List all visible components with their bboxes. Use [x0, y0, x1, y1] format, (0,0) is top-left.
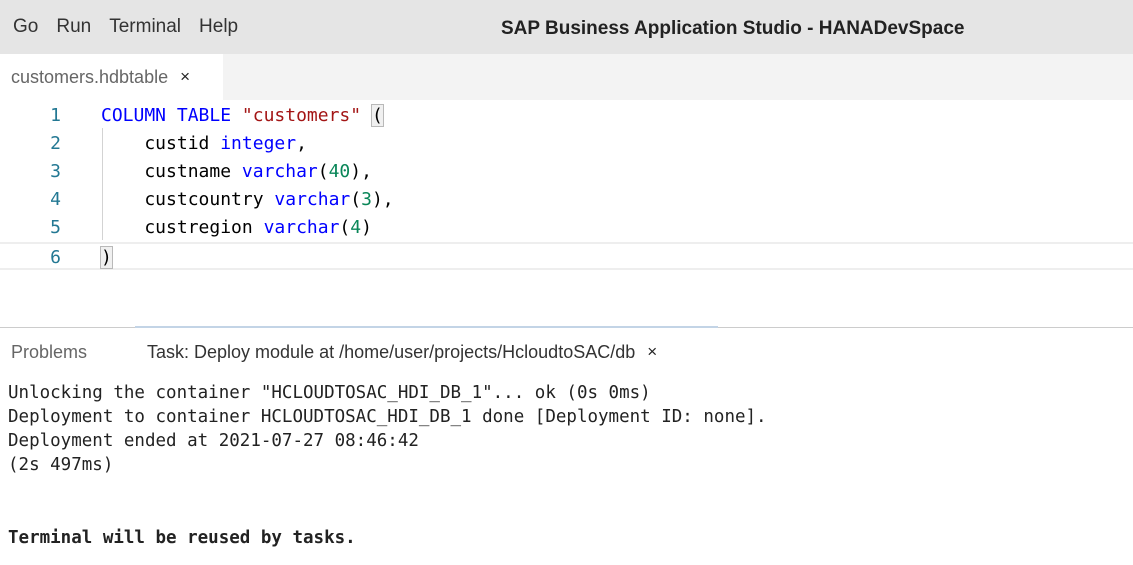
code-token: custname [101, 161, 242, 182]
line-number: 1 [50, 105, 61, 126]
code-token: ) [361, 217, 372, 238]
editor-tab-customers[interactable]: customers.hdbtable × [0, 54, 223, 100]
code-editor[interactable]: 1 COLUMN TABLE "customers" (2 custid inte… [0, 100, 1133, 326]
code-line: 5 custregion varchar(4) [0, 214, 1133, 242]
terminal-line: Deployment ended at 2021-07-27 08:46:42 [8, 431, 419, 451]
code-token: ( [317, 161, 329, 182]
code-token: ), [350, 161, 372, 182]
line-number: 2 [50, 133, 61, 154]
code-text: COLUMN TABLE "customers" ( [101, 102, 384, 130]
code-token: ( [339, 217, 351, 238]
code-line: 6) [0, 242, 1133, 270]
code-token: custregion [101, 217, 264, 238]
code-token: COLUMN TABLE [101, 105, 232, 126]
line-number: 5 [50, 217, 61, 238]
line-number: 3 [50, 161, 61, 182]
terminal-line: Deployment to container HCLOUDTOSAC_HDI_… [8, 407, 767, 427]
code-token: 4 [350, 217, 362, 238]
code-line: 3 custname varchar(40), [0, 158, 1133, 186]
code-token: ) [100, 246, 113, 269]
code-token: varchar [274, 189, 351, 210]
code-token: 40 [328, 161, 351, 182]
terminal-line: (2s 497ms) [8, 455, 114, 475]
code-token: ), [371, 189, 394, 210]
code-text: custregion varchar(4) [101, 214, 372, 242]
code-line: 4 custcountry varchar(3), [0, 186, 1133, 214]
code-token: "customers" [241, 105, 362, 126]
menu-run[interactable]: Run [54, 0, 93, 54]
code-line: 2 custid integer, [0, 130, 1133, 158]
menu-help[interactable]: Help [197, 0, 240, 54]
editor-tab-bar: customers.hdbtable × [0, 54, 1133, 100]
close-icon[interactable]: × [180, 67, 190, 87]
terminal-line: Unlocking the container "HCLOUDTOSAC_HDI… [8, 383, 651, 403]
code-line: 1 COLUMN TABLE "customers" ( [0, 102, 1133, 130]
terminal-output[interactable]: Unlocking the container "HCLOUDTOSAC_HDI… [0, 381, 1133, 565]
menu-go[interactable]: Go [11, 0, 40, 54]
line-number: 6 [50, 247, 61, 268]
tab-deploy-task[interactable]: Task: Deploy module at /home/user/projec… [147, 342, 657, 363]
tab-problems[interactable]: Problems [11, 342, 87, 363]
code-token: integer [220, 133, 297, 154]
code-token: ( [350, 189, 362, 210]
code-text: ) [100, 244, 113, 272]
terminal-reuse-notice: Terminal will be reused by tasks. [8, 528, 356, 548]
code-token: custid [101, 133, 221, 154]
code-token: varchar [241, 161, 318, 182]
panel-tab-bar: Problems Task: Deploy module at /home/us… [0, 328, 1133, 376]
editor-tab-label: customers.hdbtable [11, 66, 169, 87]
menu-bar: Go Run Terminal Help SAP Business Applic… [0, 0, 1133, 54]
code-token: , [296, 133, 307, 154]
code-token: 3 [361, 189, 372, 210]
code-token: custcountry [101, 189, 275, 210]
line-number: 4 [50, 189, 61, 210]
tab-deploy-task-label: Task: Deploy module at /home/user/projec… [147, 341, 636, 362]
code-text: custcountry varchar(3), [101, 186, 394, 214]
close-icon[interactable]: × [647, 342, 657, 362]
menu-terminal[interactable]: Terminal [107, 0, 183, 54]
code-token: ( [370, 104, 384, 127]
code-text: custid integer, [101, 130, 307, 158]
code-token: varchar [263, 217, 340, 238]
code-text: custname varchar(40), [101, 158, 372, 186]
